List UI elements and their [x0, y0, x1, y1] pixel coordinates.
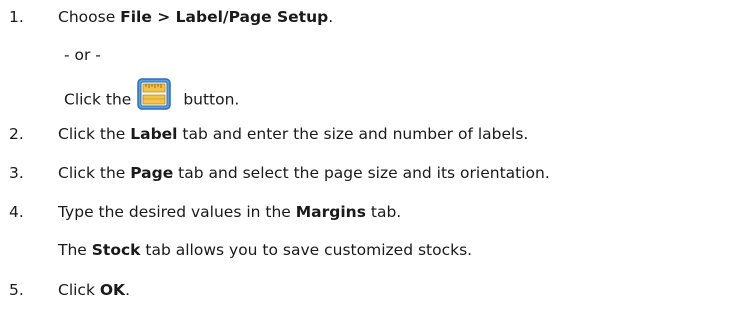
step-text: Click the Label tab and enter the size a…: [58, 125, 529, 143]
tab-name-stock: Stock: [91, 241, 141, 259]
step-number: 3.: [9, 164, 24, 182]
ok-label: OK: [99, 281, 126, 299]
menu-path: File > Label/Page Setup: [120, 8, 329, 26]
step-text: Choose File > Label/Page Setup.: [58, 8, 334, 26]
click-button-alternative: Click the button.: [64, 78, 240, 116]
click-prefix: Click the: [64, 90, 132, 109]
tab-name-page: Page: [130, 164, 174, 182]
step-4-note: The Stock tab allows you to save customi…: [58, 241, 473, 259]
click-suffix: button.: [183, 90, 240, 109]
step-text: Type the desired values in the Margins t…: [58, 203, 402, 221]
or-separator: - or -: [64, 46, 101, 64]
step-number: 5.: [9, 281, 24, 299]
label-page-setup-icon: [137, 78, 172, 110]
step-number: 2.: [9, 125, 24, 143]
instruction-steps: 1. Choose File > Label/Page Setup. - or …: [0, 0, 739, 329]
tab-name-margins: Margins: [295, 203, 366, 221]
label-page-setup-button[interactable]: [137, 78, 172, 110]
step-text: Click OK.: [58, 281, 130, 299]
step-text: Click the Page tab and select the page s…: [58, 164, 550, 182]
step-number: 1.: [9, 8, 24, 26]
step-number: 4.: [9, 203, 24, 221]
tab-name-label: Label: [130, 125, 178, 143]
